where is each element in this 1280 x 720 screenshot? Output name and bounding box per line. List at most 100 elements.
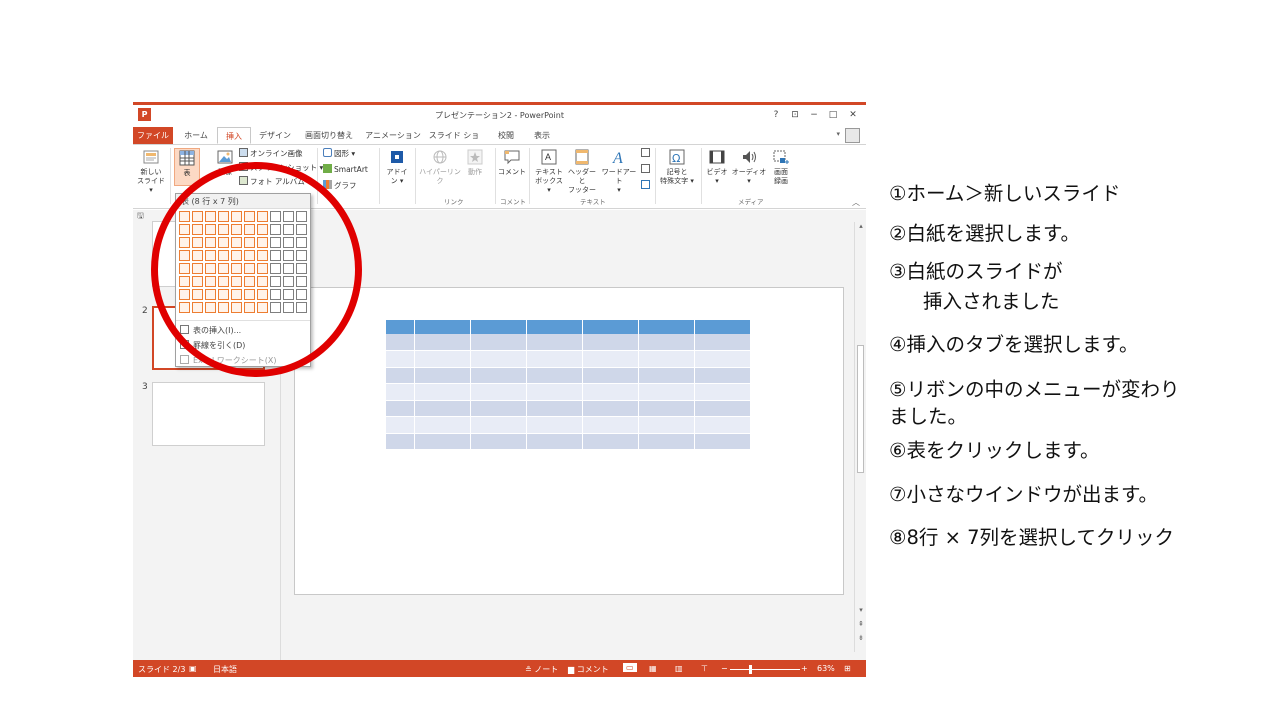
table-header-cell[interactable] — [470, 320, 527, 334]
table-grid-cell[interactable] — [218, 237, 229, 248]
table-grid-cell[interactable] — [179, 237, 190, 248]
table-grid-cell[interactable] — [192, 302, 203, 313]
table-grid-cell[interactable] — [231, 250, 242, 261]
screen-recording-button[interactable]: 画面 録画 — [769, 148, 793, 186]
table-cell[interactable] — [470, 400, 527, 417]
table-grid-cell[interactable] — [244, 224, 255, 235]
table-grid-cell[interactable] — [218, 211, 229, 222]
table-cell[interactable] — [386, 416, 415, 434]
table-grid-cell[interactable] — [283, 224, 294, 235]
table-header-cell[interactable] — [638, 320, 695, 334]
table-grid-cell[interactable] — [296, 289, 307, 300]
table-cell[interactable] — [414, 383, 471, 401]
table-cell[interactable] — [470, 367, 527, 384]
comments-button[interactable]: ▆ コメント — [568, 664, 609, 675]
tab-file[interactable]: ファイル — [133, 127, 173, 144]
table-grid-cell[interactable] — [179, 302, 190, 313]
table-cell[interactable] — [638, 383, 695, 401]
table-row[interactable] — [386, 416, 752, 434]
table-cell[interactable] — [414, 334, 471, 351]
table-header-row[interactable] — [386, 320, 752, 334]
screenshot-button[interactable]: スクリーンショット ▾ — [239, 162, 323, 174]
table-grid-cell[interactable] — [257, 263, 268, 274]
table-grid-cell[interactable] — [296, 302, 307, 313]
table-grid-cell[interactable] — [192, 224, 203, 235]
table-cell[interactable] — [470, 383, 527, 401]
table-grid-cell[interactable] — [205, 302, 216, 313]
table-grid-cell[interactable] — [257, 211, 268, 222]
table-header-cell[interactable] — [582, 320, 639, 334]
table-cell[interactable] — [526, 433, 583, 450]
table-grid-cell[interactable] — [270, 211, 281, 222]
table-cell[interactable] — [386, 433, 415, 450]
table-cell[interactable] — [638, 433, 695, 450]
table-grid-cell[interactable] — [244, 237, 255, 248]
zoom-slider-knob[interactable] — [749, 665, 752, 674]
notes-button[interactable]: ≗ ノート — [525, 664, 558, 675]
table-grid-cell[interactable] — [192, 250, 203, 261]
tab-review[interactable]: 校閲 — [491, 127, 521, 144]
table-cell[interactable] — [526, 350, 583, 368]
table-grid-cell[interactable] — [205, 237, 216, 248]
table-grid-cell[interactable] — [257, 302, 268, 313]
table-grid-cell[interactable] — [231, 302, 242, 313]
previous-slide-icon[interactable]: ⇞ — [855, 620, 866, 628]
table-grid-cell[interactable] — [283, 263, 294, 274]
action-button[interactable]: 動作 — [463, 148, 487, 177]
table-cell[interactable] — [414, 433, 471, 450]
table-cell[interactable] — [638, 416, 695, 434]
scroll-up-arrow-icon[interactable]: ▴ — [855, 222, 866, 230]
table-grid-cell[interactable] — [218, 302, 229, 313]
table-row[interactable] — [386, 433, 752, 450]
table-cell[interactable] — [582, 383, 639, 401]
table-cell[interactable] — [414, 400, 471, 417]
table-grid-cell[interactable] — [244, 250, 255, 261]
table-grid-cell[interactable] — [231, 224, 242, 235]
reading-view-icon[interactable]: ▥ — [675, 664, 683, 673]
table-cell[interactable] — [638, 350, 695, 368]
tab-design[interactable]: デザイン — [255, 127, 295, 144]
tab-home[interactable]: ホーム — [179, 127, 213, 144]
table-cell[interactable] — [470, 433, 527, 450]
draw-table-menu-item[interactable]: 罫線を引く(D) — [180, 339, 245, 353]
table-grid-cell[interactable] — [244, 302, 255, 313]
maximize-button[interactable]: □ — [826, 108, 840, 122]
table-cell[interactable] — [694, 383, 752, 401]
slide-canvas[interactable] — [294, 287, 844, 595]
table-grid-cell[interactable] — [270, 302, 281, 313]
table-grid-cell[interactable] — [218, 276, 229, 287]
table-grid-cell[interactable] — [270, 263, 281, 274]
object-button[interactable] — [641, 180, 652, 192]
table-cell[interactable] — [526, 400, 583, 417]
close-button[interactable]: ✕ — [846, 108, 860, 122]
table-grid-cell[interactable] — [231, 289, 242, 300]
table-row[interactable] — [386, 383, 752, 401]
table-cell[interactable] — [414, 416, 471, 434]
table-grid-cell[interactable] — [257, 289, 268, 300]
zoom-level[interactable]: 63% — [817, 664, 835, 673]
table-grid-cell[interactable] — [283, 289, 294, 300]
table-grid-cell[interactable] — [218, 289, 229, 300]
tab-transitions[interactable]: 画面切り替え — [301, 127, 357, 144]
save-icon[interactable]: 🖫 — [137, 211, 144, 220]
zoom-out-button[interactable]: − — [721, 664, 728, 673]
table-header-cell[interactable] — [386, 320, 415, 334]
table-grid-cell[interactable] — [270, 276, 281, 287]
table-cell[interactable] — [638, 400, 695, 417]
table-grid-cell[interactable] — [205, 211, 216, 222]
table-cell[interactable] — [582, 433, 639, 450]
table-grid-cell[interactable] — [179, 263, 190, 274]
table-grid-cell[interactable] — [296, 276, 307, 287]
table-button[interactable]: 表 — [174, 148, 200, 186]
date-time-button[interactable] — [641, 148, 652, 160]
shapes-button[interactable]: 図形 ▾ — [323, 148, 355, 160]
table-grid-cell[interactable] — [296, 237, 307, 248]
table-grid-cell[interactable] — [192, 289, 203, 300]
table-grid-cell[interactable] — [283, 211, 294, 222]
table-grid-cell[interactable] — [296, 263, 307, 274]
table-cell[interactable] — [582, 400, 639, 417]
collapse-ribbon-chevron-icon[interactable]: ︿ — [852, 197, 860, 208]
table-cell[interactable] — [470, 416, 527, 434]
slide-thumbnail-3[interactable] — [152, 382, 265, 446]
table-cell[interactable] — [526, 416, 583, 434]
